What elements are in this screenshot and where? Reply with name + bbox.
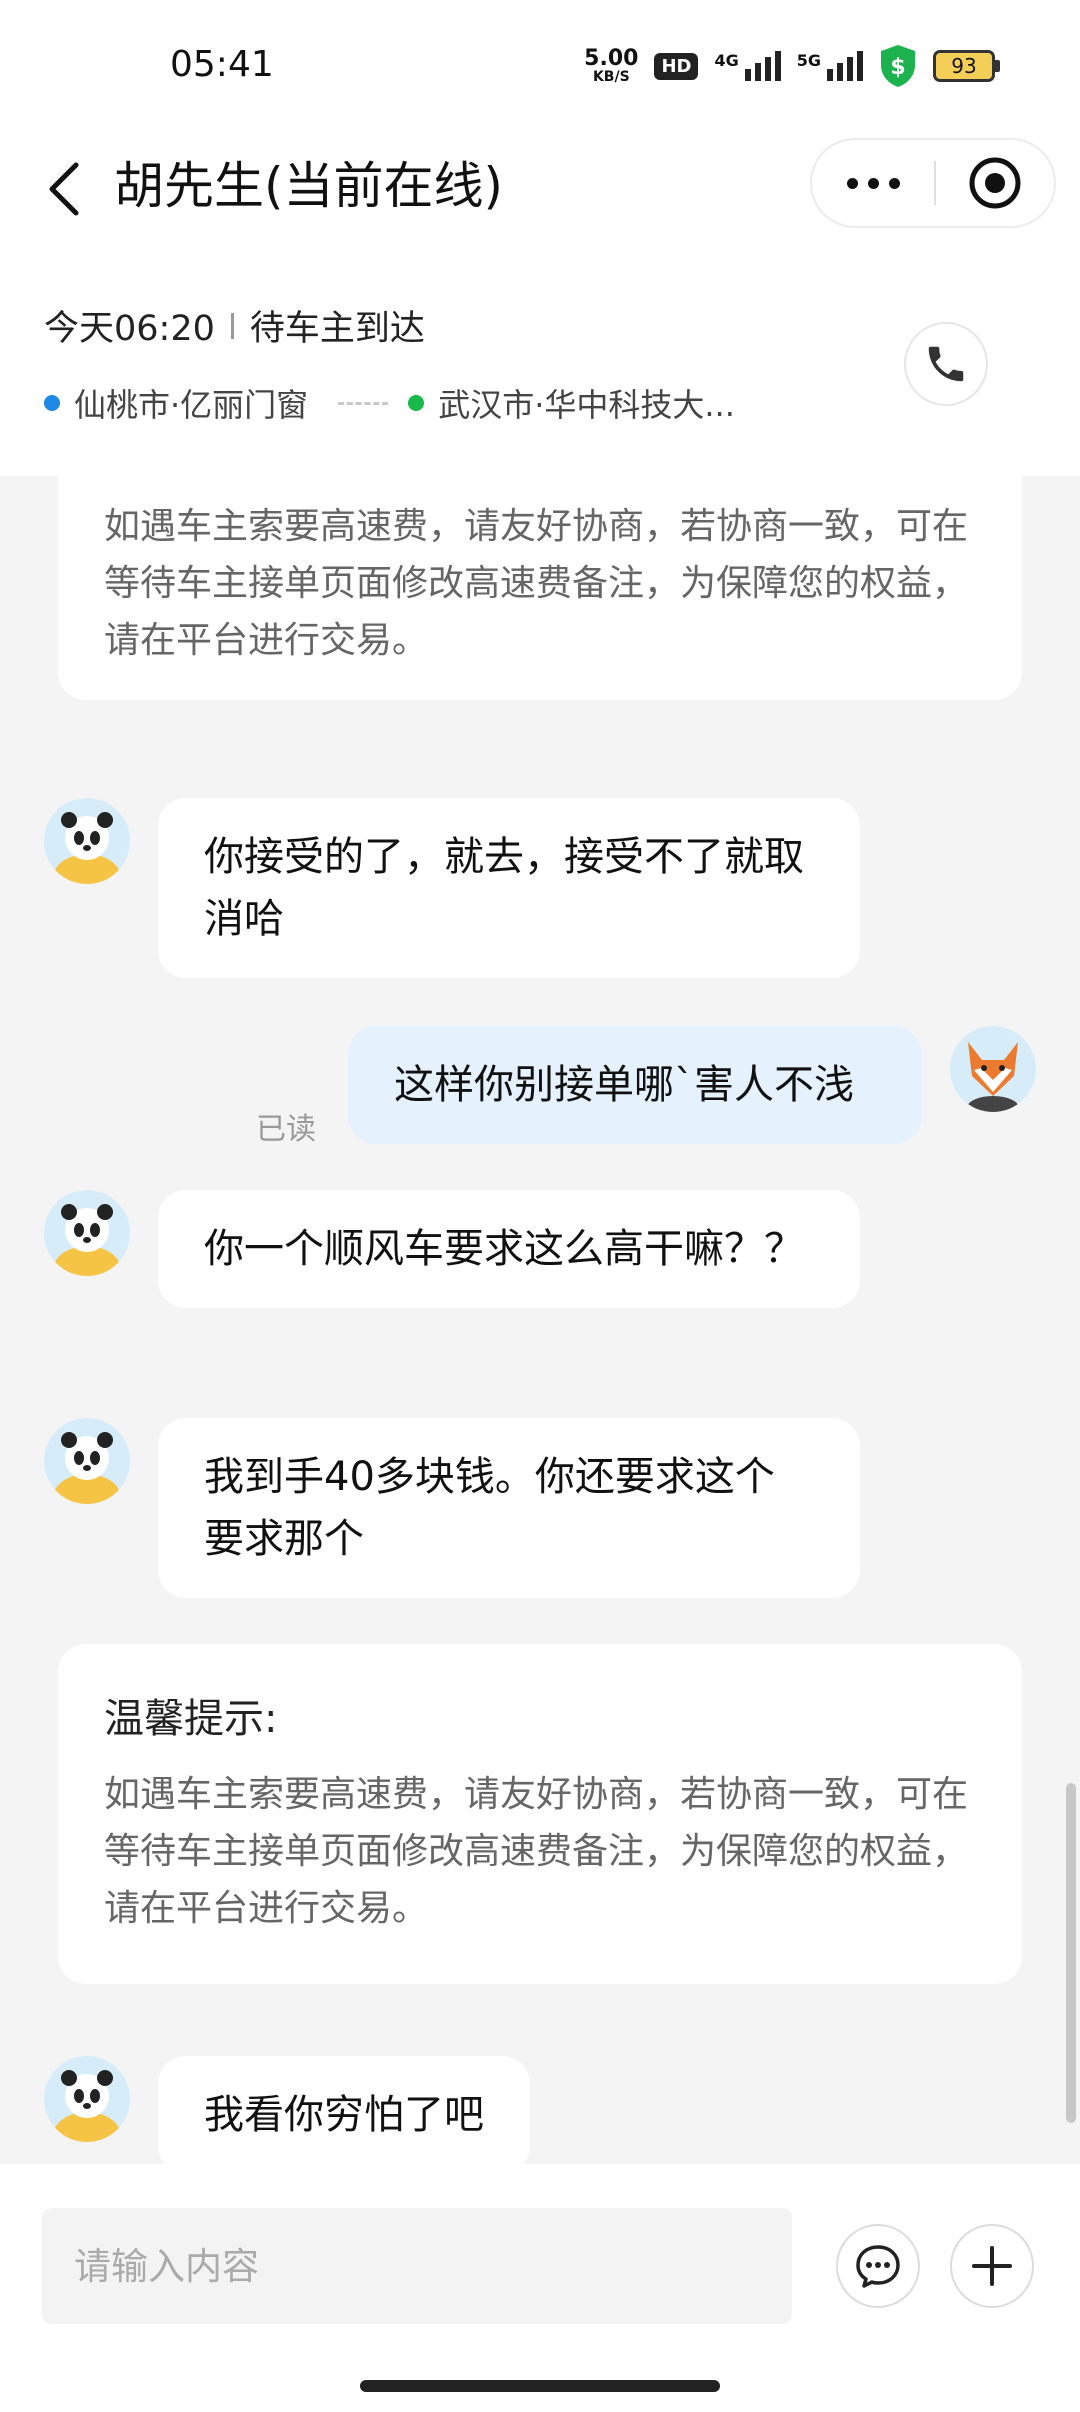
trip-divider	[230, 312, 234, 339]
tip-notice-card: 如遇车主索要高速费，请友好协商，若协商一致，可在等待车主接单页面修改高速费备注，…	[58, 476, 1022, 700]
speed-unit: KB/S	[592, 69, 630, 85]
phone-icon	[928, 346, 964, 382]
target-icon	[969, 157, 1021, 209]
driver-avatar[interactable]	[44, 2056, 130, 2142]
route-arrow-icon	[338, 401, 389, 405]
message-bubble-sent: 这样你别接单哪`害人不浅	[348, 1026, 922, 1144]
status-icons: 5.00 KB/S HD 4G 5G $ 93	[584, 44, 1000, 88]
tip-notice-card: 温馨提示: 如遇车主索要高速费，请友好协商，若协商一致，可在等待车主接单页面修改…	[58, 1644, 1022, 1984]
status-bar: 05:41 5.00 KB/S HD 4G 5G $ 93	[0, 0, 1080, 130]
svg-text:$: $	[890, 55, 905, 80]
back-button[interactable]	[34, 154, 94, 224]
trip-time: 今天06:20	[44, 309, 215, 349]
driver-avatar[interactable]	[44, 798, 130, 884]
tip-notice-text: 如遇车主索要高速费，请友好协商，若协商一致，可在等待车主接单页面修改高速费备注，…	[104, 1774, 969, 1929]
tip-notice-text: 如遇车主索要高速费，请友好协商，若协商一致，可在等待车主接单页面修改高速费备注，…	[104, 506, 969, 661]
home-indicator[interactable]	[360, 2380, 720, 2392]
security-shield-icon: $	[879, 44, 917, 88]
my-avatar[interactable]	[950, 1026, 1036, 1112]
read-status: 已读	[256, 1112, 316, 1147]
message-bubble-received: 你接受的了，就去，接受不了就取消哈	[158, 798, 860, 978]
more-button[interactable]	[812, 140, 934, 226]
input-bar	[0, 2164, 1080, 2412]
battery-level: 93	[933, 50, 995, 82]
tip-notice-title: 温馨提示:	[104, 1696, 278, 1742]
signal-4g-icon: 4G	[714, 51, 781, 81]
status-time: 05:41	[170, 44, 274, 85]
close-miniprogram-button[interactable]	[936, 140, 1054, 226]
add-button[interactable]	[950, 2224, 1034, 2308]
network-speed: 5.00 KB/S	[584, 46, 639, 85]
message-bubble-received: 你一个顺风车要求这么高干嘛？？	[158, 1190, 860, 1308]
trip-status: 待车主到达	[249, 309, 425, 349]
chat-message-list[interactable]: 如遇车主索要高速费，请友好协商，若协商一致，可在等待车主接单页面修改高速费备注，…	[0, 476, 1080, 2164]
chat-header: 胡先生(当前在线)	[0, 130, 1080, 250]
quick-reply-button[interactable]	[836, 2224, 920, 2308]
message-bubble-received: 我看你穷怕了吧	[158, 2056, 530, 2164]
signal-5g-label: 5G	[796, 51, 821, 70]
signal-4g-label: 4G	[714, 51, 739, 70]
trip-destination: 武汉市·华中科技大...	[438, 386, 735, 424]
signal-5g-icon: 5G	[797, 51, 863, 81]
trip-info-card: 今天06:20 待车主到达 仙桃市·亿丽门窗 武汉市·华中科技大...	[0, 250, 1080, 476]
trip-route: 仙桃市·亿丽门窗 武汉市·华中科技大...	[44, 380, 735, 426]
message-input[interactable]	[42, 2208, 792, 2324]
destination-dot	[408, 395, 425, 411]
call-driver-button[interactable]	[904, 322, 988, 406]
chat-scrollbar[interactable]	[1066, 1783, 1076, 2123]
chevron-left-icon	[49, 162, 79, 216]
trip-origin: 仙桃市·亿丽门窗	[74, 386, 309, 424]
hd-badge: HD	[654, 52, 699, 80]
more-dots-icon	[846, 177, 858, 189]
origin-dot	[44, 395, 60, 411]
driver-avatar[interactable]	[44, 1190, 130, 1276]
battery-icon: 93	[933, 50, 1000, 82]
message-bubble-received: 我到手40多块钱。你还要求这个要求那个	[158, 1418, 860, 1598]
plus-icon	[972, 2246, 1012, 2286]
speed-value: 5.00	[584, 46, 639, 71]
page-title: 胡先生(当前在线)	[114, 157, 504, 215]
miniprogram-capsule	[810, 138, 1056, 228]
chat-bubble-icon	[856, 2245, 900, 2288]
trip-status-line: 今天06:20 待车主到达	[44, 300, 425, 351]
driver-avatar[interactable]	[44, 1418, 130, 1504]
